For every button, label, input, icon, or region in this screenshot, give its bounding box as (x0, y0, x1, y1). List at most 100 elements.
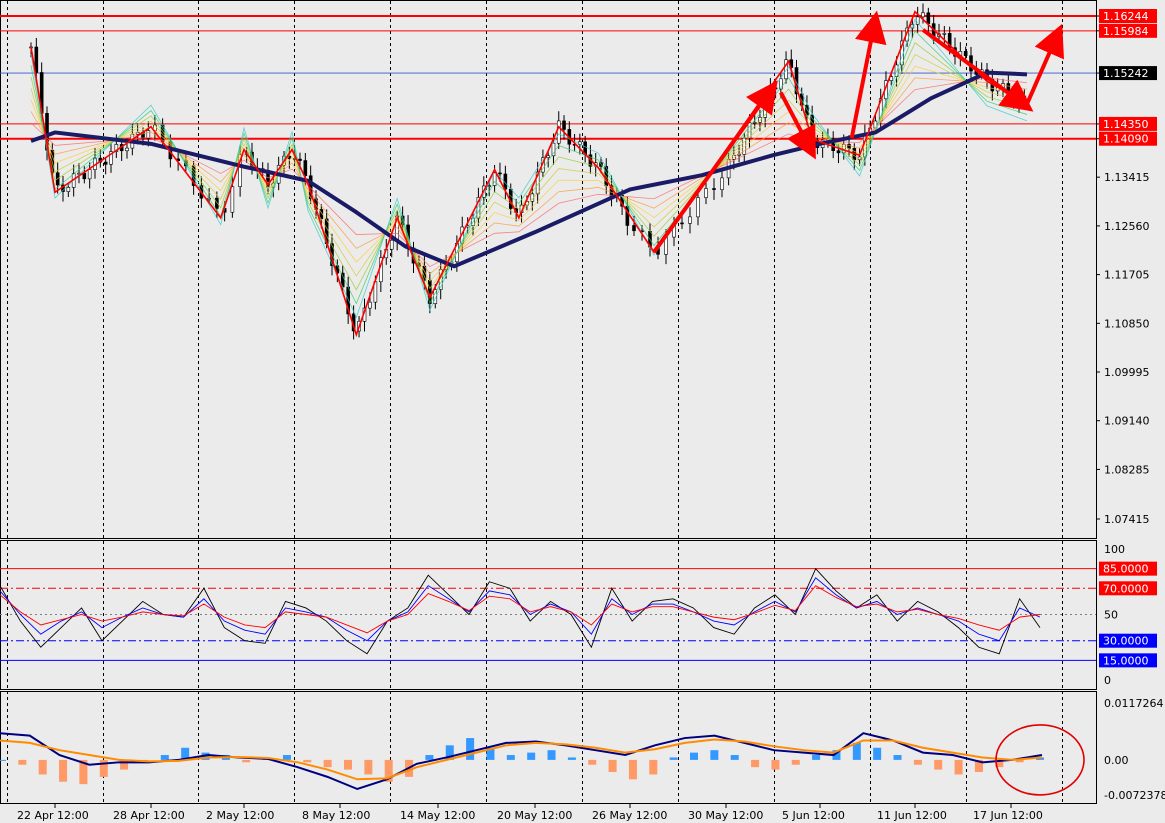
candle-body-156 (921, 12, 925, 18)
candle-body-82 (498, 172, 502, 175)
macd-bar-45 (913, 759, 922, 765)
macd-bar-12 (242, 759, 251, 763)
candle-body-118 (720, 177, 724, 190)
macd-bar-1 (18, 759, 27, 765)
candle-body-62 (389, 239, 394, 250)
candle-body-128 (773, 87, 778, 90)
candle-body-160 (942, 33, 947, 35)
candle-body-114 (688, 216, 692, 224)
x-tick-label-4: 14 May 12:00 (400, 809, 475, 822)
price-tick-label-12: 1.07415 (1104, 513, 1150, 526)
candle-body-157 (926, 12, 931, 24)
macd-bar-29 (588, 759, 597, 765)
chart-root: 1.16244 1.15984 1.15242 1.14350 1.14090 1.134… (0, 0, 1165, 822)
candle-body-175 (1022, 95, 1027, 98)
annotation-arrow-2 (849, 10, 887, 139)
time-axis: 22 Apr 12:00 28 Apr 12:00 2 May 12:00 8 May… (17, 804, 1043, 822)
candle-body-92 (551, 142, 556, 157)
candle-body-45 (298, 158, 302, 161)
macd-bar-28 (567, 757, 576, 760)
osc-tick-label-1: 85.0000 (1103, 563, 1149, 576)
price-tick-label-6: 1.12560 (1104, 220, 1150, 233)
macd-bar-39 (791, 759, 800, 765)
oscillator-panel[interactable] (0, 567, 1096, 661)
ma-ribbon-line-0 (30, 77, 1028, 268)
x-tick-label-6: 26 May 12:00 (592, 809, 667, 822)
macd-bar-34 (690, 752, 698, 760)
candle-body-18 (125, 147, 129, 152)
candle-body-113 (680, 222, 684, 225)
candle-body-94 (562, 120, 566, 130)
macd-bar-0 (0, 759, 6, 761)
candle-body-14 (103, 161, 108, 165)
osc-tick-label-2: 70.0000 (1103, 582, 1149, 595)
x-tick-label-3: 8 May 12:00 (302, 809, 370, 822)
x-tick-label-0: 22 Apr 12:00 (17, 809, 89, 822)
macd-bar-37 (751, 759, 760, 768)
candle-body-10 (82, 172, 87, 180)
macd-bar-27 (547, 750, 556, 760)
main-price-panel[interactable] (0, 3, 1096, 340)
osc-tick-label-3: 50 (1104, 609, 1118, 622)
x-tick-label-7: 30 May 12:00 (688, 809, 763, 822)
macd-bar-23 (466, 738, 475, 760)
candle-body-7 (66, 187, 71, 192)
macd-bar-42 (852, 742, 861, 760)
x-tick-label-8: 5 Jun 12:00 (782, 809, 845, 822)
macd-bar-36 (730, 755, 739, 760)
macd-bar-2 (38, 759, 47, 775)
zigzag-line (30, 10, 1028, 338)
macd-bar-35 (710, 750, 719, 760)
candle-body-124 (752, 122, 757, 124)
macd-bar-21 (425, 755, 434, 760)
macd-series-1 (0, 738, 1043, 781)
candle-body-115 (696, 197, 700, 218)
candle-body-58 (368, 301, 372, 309)
x-tick-label-2: 2 May 12:00 (206, 809, 274, 822)
candle-body-164 (963, 51, 968, 56)
macd-bar-31 (628, 759, 637, 780)
osc-tick-label-4: 30.0000 (1103, 635, 1149, 648)
moving-average-line (30, 70, 1028, 269)
candle-body-93 (556, 120, 561, 144)
macd-bar-26 (527, 752, 536, 760)
osc-tick-label-0: 100 (1104, 543, 1125, 556)
ma-ribbon-line-5 (30, 30, 1028, 305)
level-label-1: 1.15984 (1103, 25, 1149, 38)
annotation-arrow-4 (1025, 23, 1065, 105)
ma-ribbon-line-6 (30, 18, 1028, 319)
osc-series-2 (0, 585, 1041, 634)
level-label-0: 1.16244 (1103, 10, 1149, 23)
level-label-4: 1.14090 (1103, 133, 1149, 146)
candle-body-116 (704, 188, 708, 198)
candle-body-20 (135, 131, 140, 135)
ma-ribbon-line-4 (30, 42, 1028, 297)
annotation-arrow-0 (652, 80, 778, 254)
macd-bar-40 (812, 755, 821, 760)
macd-bar-32 (649, 759, 658, 775)
macd-bar-44 (893, 755, 902, 760)
price-tick-label-10: 1.09140 (1104, 415, 1150, 428)
macd-bar-47 (954, 759, 963, 775)
macd-bar-38 (771, 759, 780, 770)
candle-body-31 (215, 197, 219, 209)
x-tick-label-9: 11 Jun 12:00 (877, 809, 947, 822)
osc-series-1 (0, 577, 1041, 642)
candle-body-33 (230, 186, 235, 213)
macd-panel[interactable] (0, 724, 1085, 796)
price-tick-label-11: 1.08285 (1104, 463, 1150, 476)
price-axis: 1.16244 1.15984 1.15242 1.14350 1.14090 1.134… (1096, 9, 1165, 802)
candle-body-140 (836, 150, 841, 154)
ma-ribbon-line-3 (30, 53, 1028, 290)
ma-ribbon-line-2 (30, 65, 1028, 282)
macd-bar-46 (934, 759, 943, 770)
candle-body-107 (632, 225, 636, 232)
osc-tick-label-6: 0 (1104, 674, 1111, 687)
main-panel-frame (0, 0, 1097, 539)
macd-bar-30 (608, 759, 617, 773)
macd-bar-3 (59, 759, 68, 782)
macd-bar-17 (344, 759, 352, 770)
x-tick-label-1: 28 Apr 12:00 (113, 809, 185, 822)
candle-body-91 (546, 155, 550, 159)
macd-bar-14 (282, 755, 291, 760)
